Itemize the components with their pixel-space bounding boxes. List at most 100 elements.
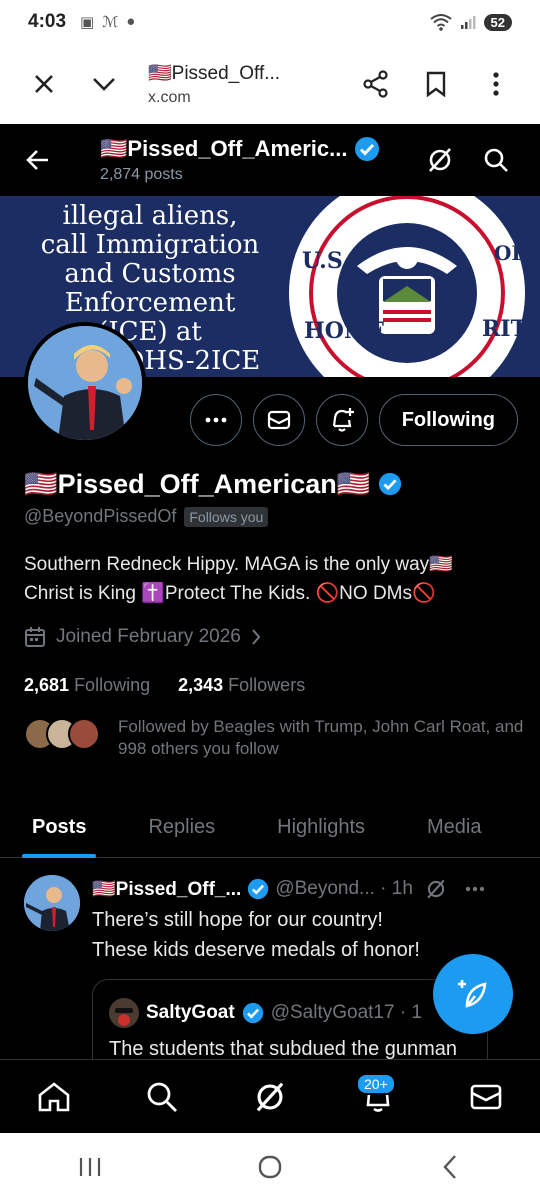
page-url: x.com: [148, 89, 191, 106]
joined-date: Joined February 2026: [56, 626, 241, 647]
back-button[interactable]: [0, 124, 76, 196]
profile-handle: @BeyondPissedOf: [24, 506, 177, 526]
recent-apps-button[interactable]: [60, 1137, 120, 1197]
verified-badge-icon: [248, 878, 269, 900]
wifi-icon: [429, 14, 452, 31]
tweet-handle-time: @Beyond... · 1h: [275, 878, 413, 899]
more-actions-button[interactable]: [189, 394, 242, 446]
bell-plus-icon: [332, 408, 354, 432]
quote-text: The students that subdued the gunman: [109, 1038, 458, 1059]
status-time: 4:03: [28, 11, 67, 32]
joined-date-link[interactable]: Joined February 2026: [24, 626, 261, 648]
following-count: 2,681: [24, 675, 70, 695]
notify-button[interactable]: [315, 394, 368, 446]
verified-badge-icon: [354, 137, 379, 161]
avatar[interactable]: [24, 875, 80, 931]
nav-search[interactable]: [132, 1067, 192, 1127]
system-navigation-bar: [0, 1133, 540, 1200]
nav-grok[interactable]: [240, 1067, 300, 1127]
verified-badge-icon: [379, 472, 402, 496]
nav-notifications[interactable]: 20+: [348, 1067, 408, 1127]
compose-post-button[interactable]: [433, 954, 513, 1034]
profile-name-row: 🇺🇸Pissed_Off_American🇺🇸: [24, 468, 402, 500]
profile-bio: Southern Redneck Hippy. MAGA is the only…: [24, 554, 453, 604]
wifi-calling-icon: ℳ: [102, 14, 119, 31]
kebab-menu-icon: [493, 72, 499, 96]
chevron-left-icon: [443, 1154, 456, 1179]
quoted-tweet[interactable]: SaltyGoat @SaltyGoat17 · 1 The students …: [92, 979, 488, 1059]
battery-indicator: 52: [483, 13, 512, 31]
chevron-down-icon: [93, 78, 115, 91]
follow-stats: 2,681 Following 2,343 Followers: [24, 675, 305, 696]
screenshot-icon: ▣: [80, 14, 95, 31]
nav-home[interactable]: [24, 1067, 84, 1127]
following-button[interactable]: Following: [378, 394, 518, 446]
svg-text:OF: OF: [494, 241, 526, 265]
arrow-left-icon: [26, 150, 48, 170]
recent-apps-icon: [79, 1157, 101, 1176]
nav-messages[interactable]: [456, 1067, 516, 1127]
share-icon: [363, 70, 388, 98]
close-tab-button[interactable]: [14, 54, 74, 114]
page-title: 🇺🇸Pissed_Off...: [148, 63, 281, 84]
dhs-seal-image: U.S. OF HOME RITY: [289, 196, 540, 377]
more-icon[interactable]: [465, 886, 485, 892]
follows-you-badge: Follows you: [184, 506, 269, 527]
collapse-button[interactable]: [74, 54, 134, 114]
signal-icon: [460, 16, 476, 29]
following-count-link[interactable]: 2,681 Following: [24, 675, 150, 696]
grok-button[interactable]: [412, 132, 468, 188]
back-system-button[interactable]: [420, 1137, 480, 1197]
home-circle-icon: [258, 1155, 282, 1178]
followed-by-link[interactable]: Followed by Beagles with Trump, John Car…: [24, 716, 528, 760]
chat-bubble-icon: ●: [126, 13, 136, 30]
tab-replies[interactable]: Replies: [148, 796, 215, 858]
grok-icon: [429, 148, 451, 172]
page-title-area[interactable]: 🇺🇸Pissed_Off... x.com: [148, 61, 346, 107]
tweet-text: There’s still hope for our country! Thes…: [92, 909, 420, 961]
search-icon: [147, 1082, 177, 1112]
envelope-icon: [267, 410, 290, 430]
profile-tabs: Posts Replies Highlights Media: [0, 796, 540, 858]
share-button[interactable]: [346, 54, 406, 114]
home-icon: [38, 1081, 70, 1111]
bookmark-button[interactable]: [406, 54, 466, 114]
followers-count-link[interactable]: 2,343 Followers: [178, 675, 305, 696]
tweet-author-name[interactable]: 🇺🇸Pissed_Off_...: [92, 877, 241, 901]
message-button[interactable]: [252, 394, 305, 446]
post-count: 2,874 posts: [100, 166, 183, 183]
calendar-icon: [25, 627, 45, 647]
svg-text:RITY: RITY: [482, 316, 540, 342]
tab-posts[interactable]: Posts: [21, 796, 98, 858]
quote-handle-time: @SaltyGoat17 · 1: [270, 1002, 423, 1023]
svg-text:U.S.: U.S.: [302, 248, 350, 274]
envelope-icon: [470, 1084, 502, 1109]
bottom-navigation: 20+: [0, 1059, 540, 1133]
svg-text:HOME: HOME: [304, 318, 385, 344]
profile-avatar[interactable]: [24, 322, 146, 444]
compose-feather-icon: [458, 980, 487, 1008]
avatar: [68, 718, 100, 750]
tab-media[interactable]: Media: [427, 796, 481, 858]
chevron-right-icon: [252, 629, 261, 645]
ellipsis-icon: [205, 417, 227, 423]
followers-count: 2,343: [178, 675, 224, 695]
search-icon: [484, 148, 508, 172]
search-button[interactable]: [468, 132, 524, 188]
grok-icon[interactable]: [425, 878, 447, 900]
followed-by-text: Followed by Beagles with Trump, John Car…: [118, 717, 524, 758]
verified-badge-icon: [242, 1002, 263, 1024]
quote-author-name: SaltyGoat: [146, 1002, 235, 1023]
header-display-name: 🇺🇸Pissed_Off_Americ...: [100, 136, 348, 161]
close-icon: [35, 75, 53, 93]
home-system-button[interactable]: [240, 1137, 300, 1197]
browser-toolbar: 🇺🇸Pissed_Off... x.com: [0, 44, 540, 124]
bookmark-icon: [426, 71, 446, 97]
notifications-badge: 20+: [356, 1072, 396, 1095]
profile-header-bar: 🇺🇸Pissed_Off_Americ... 2,874 posts: [0, 124, 540, 196]
avatar: [109, 998, 139, 1028]
tab-highlights[interactable]: Highlights: [277, 796, 365, 858]
more-options-button[interactable]: [466, 54, 526, 114]
grok-icon: [256, 1082, 284, 1111]
avatar-image: [28, 326, 142, 440]
